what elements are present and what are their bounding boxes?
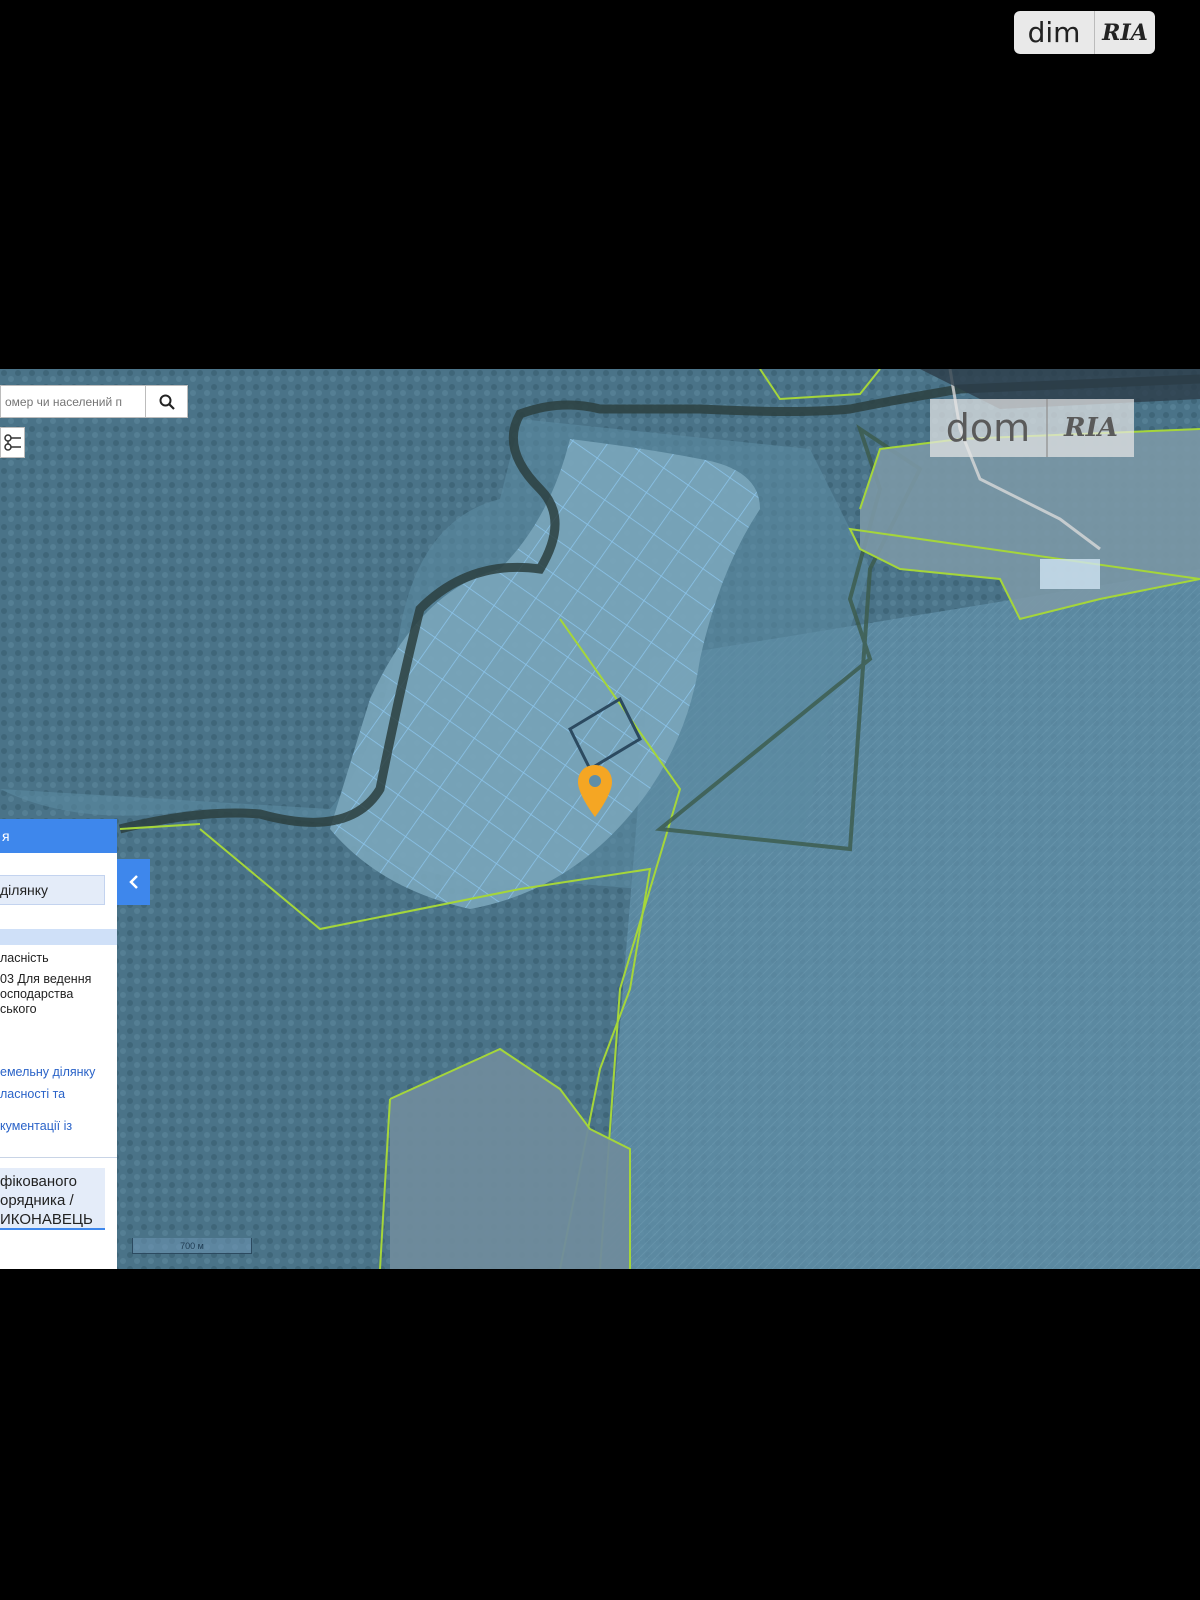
ownership-link[interactable]: ласності та [0,1083,117,1105]
contractor-line-2: орядника / [0,1192,74,1209]
map-ria-logo: RIA [1064,413,1118,443]
search-box[interactable] [0,385,146,418]
parcel-info-panel: я ділянку ласність 03 Для ведення оспода… [0,819,117,1269]
building [1040,559,1100,589]
ownership-text: ласність [0,951,49,965]
ria-logo: RIA [1102,19,1148,46]
map-viewport[interactable]: dom RIA я ділянку ласність 03 Для веденн… [0,369,1200,1269]
chevron-left-icon [128,875,138,889]
watermark-text: dim [1027,16,1081,49]
layers-icon [3,433,21,451]
scale-bar: 700 м [132,1238,252,1254]
documentation-link[interactable]: кументації із [0,1119,117,1133]
satellite-map[interactable] [0,369,1200,1269]
search-icon [159,394,175,410]
search-input[interactable] [1,394,145,409]
purpose-line-3: ського [0,1002,37,1016]
purpose-line-2: осподарства [0,987,74,1001]
panel-divider [0,1157,117,1158]
location-pin-icon[interactable] [575,763,615,819]
watermark-logo: dim RIA [1014,11,1155,54]
layers-button[interactable] [0,427,25,458]
panel-section-bar [0,929,117,945]
map-watermark: dom RIA [930,399,1134,457]
contractor-line-1: фікованого [0,1173,77,1190]
parcel-field[interactable]: ділянку [0,875,105,905]
land-parcel-link[interactable]: емельну ділянку [0,1061,117,1083]
contractor-line-3: ИКОНАВЕЦЬ [0,1211,93,1228]
contractor-box[interactable]: фікованого орядника / ИКОНАВЕЦЬ [0,1168,105,1230]
search-button[interactable] [145,385,188,418]
map-watermark-text: dom [945,406,1031,450]
panel-header: я [0,819,117,853]
purpose-line-1: 03 Для ведення [0,972,92,986]
collapse-panel-button[interactable] [117,859,150,905]
